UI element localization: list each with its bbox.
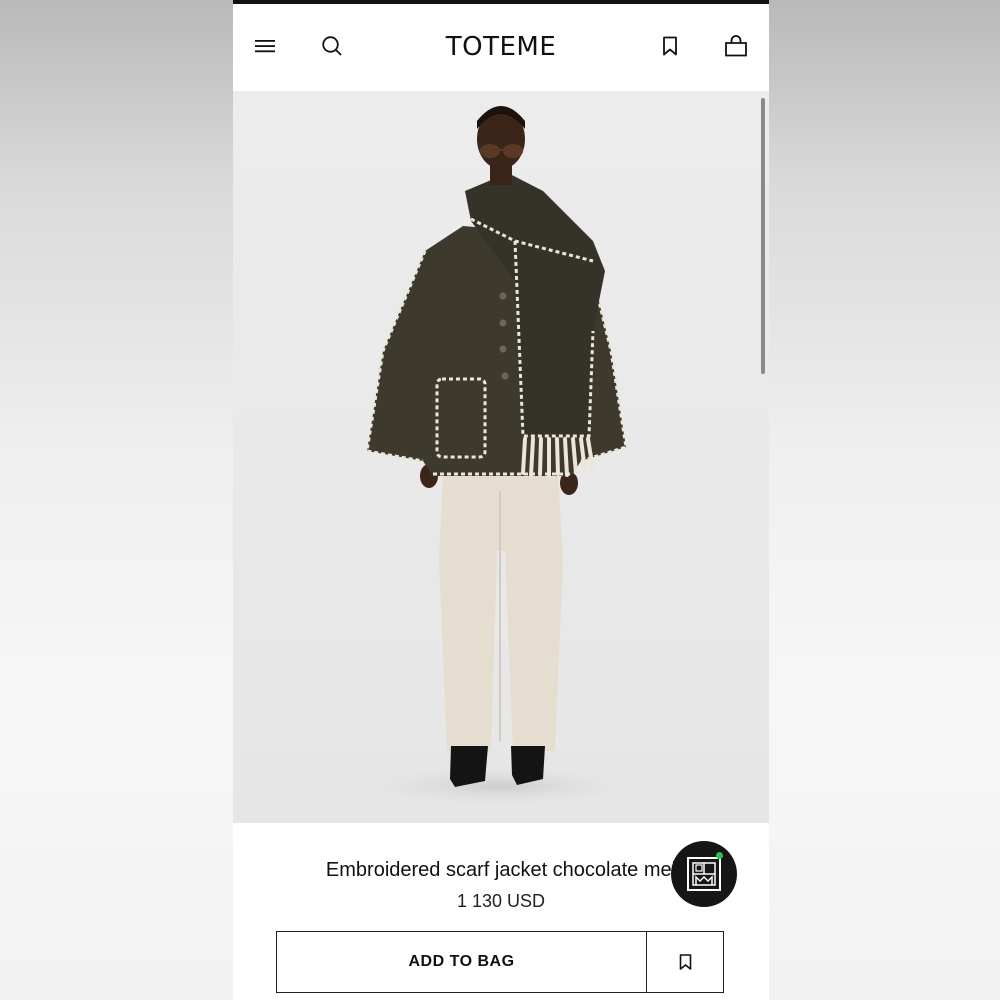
purchase-actions: ADD TO BAG [276,931,724,993]
product-image[interactable] [233,91,769,823]
site-header: TOTEME [233,4,769,91]
save-to-wishlist-button[interactable] [647,932,723,992]
chat-launcher-button[interactable] [671,841,737,907]
toteme-monogram-icon [687,857,721,891]
bag-button[interactable] [716,26,756,66]
bookmark-icon [663,36,677,56]
wishlist-button[interactable] [650,26,690,66]
shopping-bag-icon [725,35,747,57]
add-to-bag-button[interactable]: ADD TO BAG [277,932,647,992]
image-scrollbar[interactable] [761,98,765,374]
product-photo-illustration [233,91,769,823]
online-status-dot [716,852,723,859]
bookmark-icon [679,954,691,970]
